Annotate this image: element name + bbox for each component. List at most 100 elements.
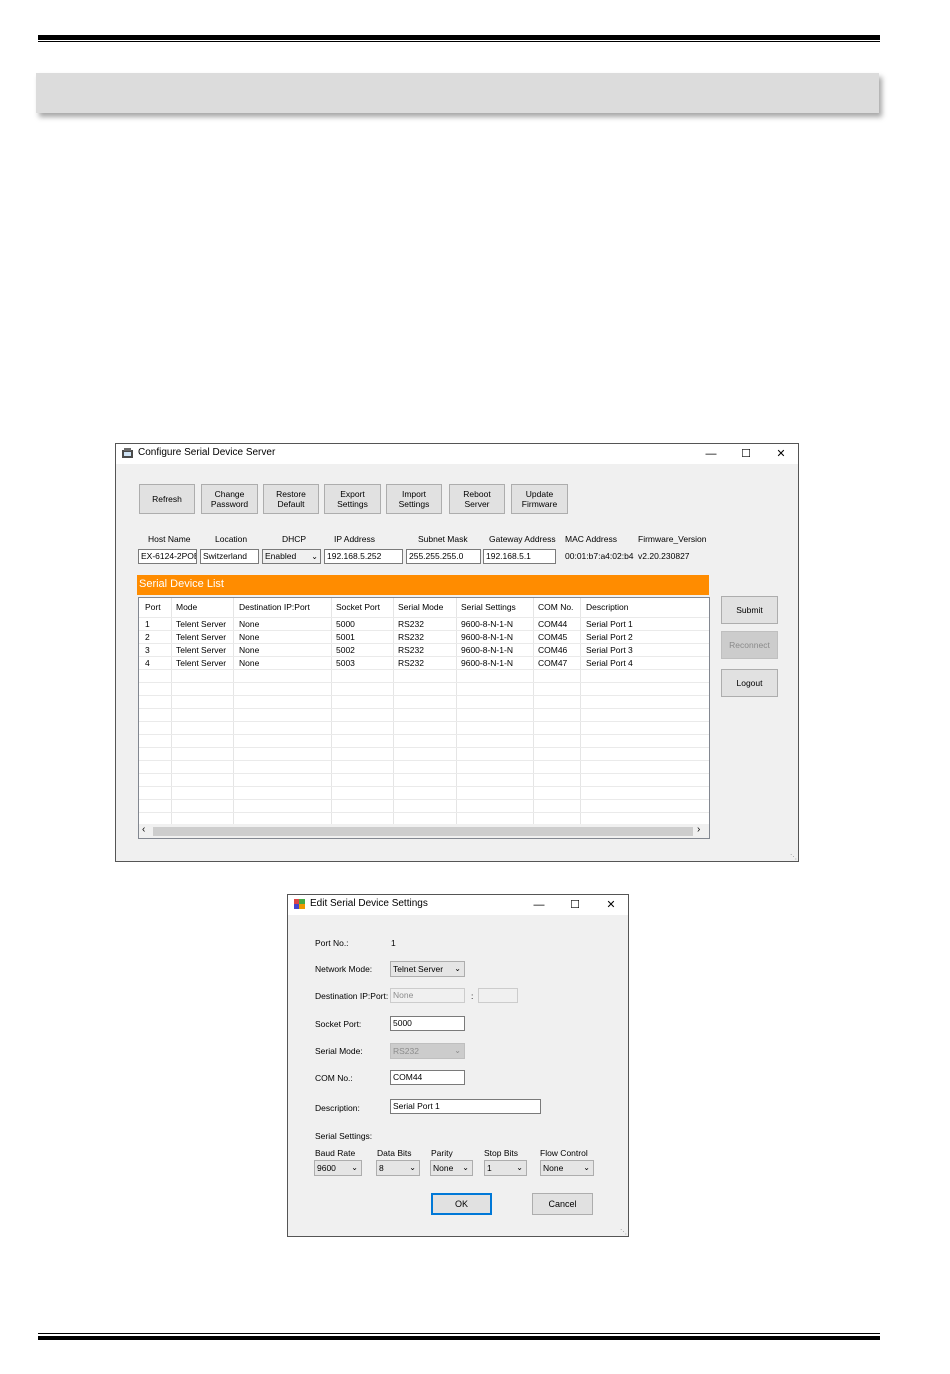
table-cell[interactable]: COM46 — [538, 645, 567, 655]
resize-grip-icon[interactable]: ⋱ — [620, 1228, 627, 1236]
row-divider — [139, 669, 709, 670]
row-divider — [139, 812, 709, 813]
socket-port-input[interactable]: 5000 — [390, 1016, 465, 1031]
row-divider — [139, 656, 709, 657]
scroll-right-icon[interactable]: › — [697, 824, 700, 835]
subnet-mask-input[interactable]: 255.255.255.0 — [406, 549, 481, 564]
table-cell[interactable]: Serial Port 2 — [586, 632, 633, 642]
location-input[interactable]: Switzerland — [200, 549, 259, 564]
table-cell[interactable]: Telent Server — [176, 658, 226, 668]
reconnect-button[interactable]: Reconnect — [721, 631, 778, 659]
resize-grip-icon[interactable]: ⋱ — [790, 853, 797, 861]
logout-button[interactable]: Logout — [721, 669, 778, 697]
maximize-icon[interactable]: ☐ — [731, 445, 761, 463]
gateway-address-input[interactable]: 192.168.5.1 — [483, 549, 556, 564]
column-header-port[interactable]: Port — [145, 602, 161, 612]
table-cell[interactable]: COM45 — [538, 632, 567, 642]
refresh-button[interactable]: Refresh — [139, 484, 195, 514]
table-cell[interactable]: Serial Port 3 — [586, 645, 633, 655]
com-no-input[interactable]: COM44 — [390, 1070, 465, 1085]
row-divider — [139, 799, 709, 800]
column-header-socket-port[interactable]: Socket Port — [336, 602, 380, 612]
baud-rate-select[interactable]: 9600 ⌄ — [314, 1160, 362, 1176]
column-header-serial-settings[interactable]: Serial Settings — [461, 602, 516, 612]
minimize-icon[interactable]: — — [524, 896, 554, 914]
firmware-version-value: v2.20.230827 — [638, 551, 690, 561]
dhcp-select[interactable]: Enabled ⌄ — [262, 549, 321, 564]
table-cell[interactable]: Serial Port 1 — [586, 619, 633, 629]
destination-port-input[interactable] — [478, 988, 518, 1003]
change-password-button[interactable]: Change Password — [201, 484, 258, 514]
serial-device-list-title: Serial Device List — [139, 578, 224, 590]
import-settings-button[interactable]: Import Settings — [386, 484, 442, 514]
export-settings-button[interactable]: Export Settings — [324, 484, 381, 514]
network-mode-label: Network Mode: — [315, 964, 373, 974]
scrollbar-thumb[interactable] — [153, 827, 693, 836]
restore-default-button[interactable]: Restore Default — [263, 484, 319, 514]
reboot-server-button[interactable]: Reboot Server — [449, 484, 505, 514]
column-divider — [171, 598, 172, 824]
network-mode-value: Telnet Server — [393, 964, 444, 974]
column-header-destination[interactable]: Destination IP:Port — [239, 602, 310, 612]
table-cell[interactable]: Telent Server — [176, 645, 226, 655]
horizontal-scrollbar[interactable]: ‹ › — [139, 824, 709, 838]
table-cell[interactable]: 9600-8-N-1-N — [461, 658, 513, 668]
table-cell[interactable]: RS232 — [398, 632, 424, 642]
table-cell[interactable]: 4 — [145, 658, 150, 668]
maximize-icon[interactable]: ☐ — [560, 896, 590, 914]
parity-select[interactable]: None ⌄ — [430, 1160, 473, 1176]
table-cell[interactable]: 2 — [145, 632, 150, 642]
network-mode-select[interactable]: Telnet Server ⌄ — [390, 961, 465, 977]
destination-ip-input[interactable]: None — [390, 988, 465, 1003]
table-cell[interactable]: 5002 — [336, 645, 355, 655]
ip-address-input[interactable]: 192.168.5.252 — [324, 549, 403, 564]
flow-control-select[interactable]: None ⌄ — [540, 1160, 594, 1176]
table-cell[interactable]: Serial Port 4 — [586, 658, 633, 668]
column-header-mode[interactable]: Mode — [176, 602, 197, 612]
table-cell[interactable]: None — [239, 632, 259, 642]
row-divider — [139, 786, 709, 787]
table-cell[interactable]: 5001 — [336, 632, 355, 642]
serial-mode-select[interactable]: RS232 ⌄ — [390, 1043, 465, 1059]
update-firmware-button[interactable]: Update Firmware — [511, 484, 568, 514]
table-cell[interactable]: 3 — [145, 645, 150, 655]
table-cell[interactable]: None — [239, 645, 259, 655]
column-header-description[interactable]: Description — [586, 602, 629, 612]
port-no-value: 1 — [391, 938, 396, 948]
scroll-left-icon[interactable]: ‹ — [142, 824, 145, 835]
submit-button[interactable]: Submit — [721, 596, 778, 624]
description-input[interactable]: Serial Port 1 — [390, 1099, 541, 1114]
host-name-input[interactable]: EX-6124-2POE — [138, 549, 197, 564]
table-cell[interactable]: Telent Server — [176, 619, 226, 629]
table-cell[interactable]: 5003 — [336, 658, 355, 668]
table-cell[interactable]: RS232 — [398, 645, 424, 655]
column-divider — [580, 598, 581, 824]
table-cell[interactable]: 9600-8-N-1-N — [461, 619, 513, 629]
row-divider — [139, 747, 709, 748]
data-bits-select[interactable]: 8 ⌄ — [376, 1160, 420, 1176]
table-cell[interactable]: COM44 — [538, 619, 567, 629]
table-cell[interactable]: RS232 — [398, 658, 424, 668]
chevron-down-icon: ⌄ — [454, 964, 461, 973]
table-cell[interactable]: 9600-8-N-1-N — [461, 645, 513, 655]
ok-button[interactable]: OK — [431, 1193, 492, 1215]
close-icon[interactable]: ✕ — [766, 445, 796, 463]
stop-bits-select[interactable]: 1 ⌄ — [484, 1160, 527, 1176]
description-label: Description: — [315, 1103, 360, 1113]
table-cell[interactable]: None — [239, 619, 259, 629]
table-cell[interactable]: None — [239, 658, 259, 668]
table-cell[interactable]: COM47 — [538, 658, 567, 668]
table-cell[interactable]: RS232 — [398, 619, 424, 629]
column-header-com-no[interactable]: COM No. — [538, 602, 573, 612]
table-cell[interactable]: 5000 — [336, 619, 355, 629]
cancel-button[interactable]: Cancel — [532, 1193, 593, 1215]
table-cell[interactable]: 1 — [145, 619, 150, 629]
table-cell[interactable]: Telent Server — [176, 632, 226, 642]
serial-device-table[interactable]: Port Mode Destination IP:Port Socket Por… — [138, 597, 710, 839]
table-cell[interactable]: 9600-8-N-1-N — [461, 632, 513, 642]
close-icon[interactable]: ✕ — [596, 896, 626, 914]
minimize-icon[interactable]: — — [696, 445, 726, 463]
column-header-serial-mode[interactable]: Serial Mode — [398, 602, 443, 612]
row-divider — [139, 760, 709, 761]
header-rule-thin — [38, 41, 880, 42]
